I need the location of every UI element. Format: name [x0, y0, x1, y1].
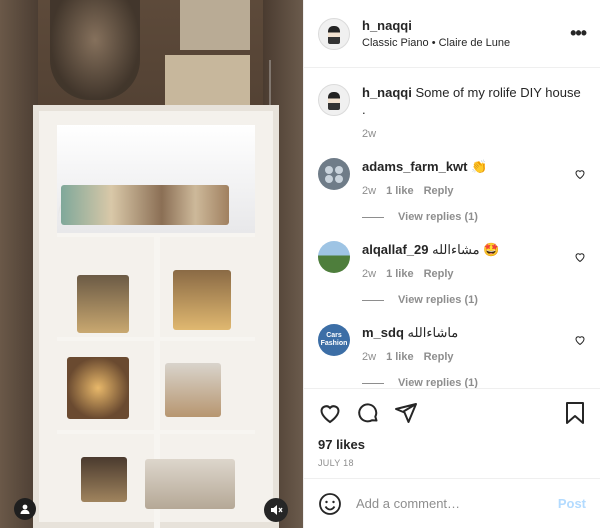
comment-item: adams_farm_kwt 👏 2w 1 like Reply: [318, 158, 586, 197]
comment-input[interactable]: [356, 496, 558, 511]
more-icon[interactable]: •••: [570, 23, 587, 44]
caption: h_naqqi Some of my rolife DIY house . 2w: [318, 84, 586, 140]
comment-icon[interactable]: [356, 401, 380, 425]
comment-text: ماشاءالله: [407, 325, 459, 340]
caption-username[interactable]: h_naqqi: [362, 85, 412, 100]
comment-text: 👏: [471, 159, 488, 174]
comment-text: مشاءالله 🤩: [432, 242, 500, 257]
view-replies-button[interactable]: View replies (1): [362, 211, 586, 223]
user-tag-icon[interactable]: [14, 498, 36, 520]
share-icon[interactable]: [394, 401, 418, 425]
post-details: h_naqqi Classic Piano • Claire de Lune •…: [303, 0, 600, 528]
mute-icon[interactable]: [264, 498, 288, 522]
bookmark-icon[interactable]: [564, 401, 586, 425]
comment-time[interactable]: 2w: [362, 268, 376, 280]
comment-username[interactable]: m_sdq: [362, 325, 404, 340]
diorama-house: [173, 270, 231, 330]
comment-item: Cars Fashion m_sdq ماشاءالله 2w 1 like R…: [318, 324, 586, 363]
caption-time[interactable]: 2w: [362, 128, 376, 140]
diorama-house: [67, 357, 129, 419]
comment-username[interactable]: adams_farm_kwt: [362, 159, 468, 174]
comment-time[interactable]: 2w: [362, 185, 376, 197]
action-bar: [304, 389, 600, 437]
post-dialog: h_naqqi Classic Piano • Claire de Lune •…: [0, 0, 600, 528]
diorama-house: [145, 459, 235, 509]
photo-box: [165, 55, 250, 107]
photo-jar: [50, 0, 140, 100]
post-button[interactable]: Post: [558, 496, 586, 511]
emoji-icon[interactable]: [318, 492, 342, 516]
heart-icon[interactable]: [574, 251, 586, 263]
diorama-house: [77, 275, 129, 333]
avatar[interactable]: [318, 84, 350, 116]
photo-box: [180, 0, 250, 50]
add-comment-bar: Post: [304, 478, 600, 528]
post-header: h_naqqi Classic Piano • Claire de Lune •…: [304, 0, 600, 68]
comment-username[interactable]: alqallaf_29: [362, 242, 429, 257]
heart-icon[interactable]: [318, 401, 342, 425]
diorama-house: [165, 363, 221, 417]
reply-button[interactable]: Reply: [424, 185, 454, 197]
post-media[interactable]: [0, 0, 303, 528]
comment-time[interactable]: 2w: [362, 351, 376, 363]
view-replies-button[interactable]: View replies (1): [362, 294, 586, 306]
comment-list[interactable]: h_naqqi Some of my rolife DIY house . 2w…: [304, 68, 600, 389]
comment-likes[interactable]: 1 like: [386, 268, 414, 280]
avatar[interactable]: Cars Fashion: [318, 324, 350, 356]
diorama-house: [61, 185, 229, 225]
heart-icon[interactable]: [574, 168, 586, 180]
avatar[interactable]: [318, 241, 350, 273]
comment-likes[interactable]: 1 like: [386, 185, 414, 197]
view-replies-button[interactable]: View replies (1): [362, 377, 586, 388]
avatar[interactable]: [318, 158, 350, 190]
photo-shelf: [33, 105, 279, 528]
diorama-house: [81, 457, 127, 502]
likes-count[interactable]: 97 likes: [304, 437, 600, 452]
comment-item: alqallaf_29 مشاءالله 🤩 2w 1 like Reply: [318, 241, 586, 280]
avatar[interactable]: [318, 17, 350, 50]
reply-button[interactable]: Reply: [424, 351, 454, 363]
heart-icon[interactable]: [574, 334, 586, 346]
header-audio[interactable]: Classic Piano • Claire de Lune: [362, 37, 570, 49]
post-date[interactable]: JULY 18: [304, 452, 600, 468]
comment-likes[interactable]: 1 like: [386, 351, 414, 363]
header-username[interactable]: h_naqqi: [362, 18, 570, 33]
reply-button[interactable]: Reply: [424, 268, 454, 280]
